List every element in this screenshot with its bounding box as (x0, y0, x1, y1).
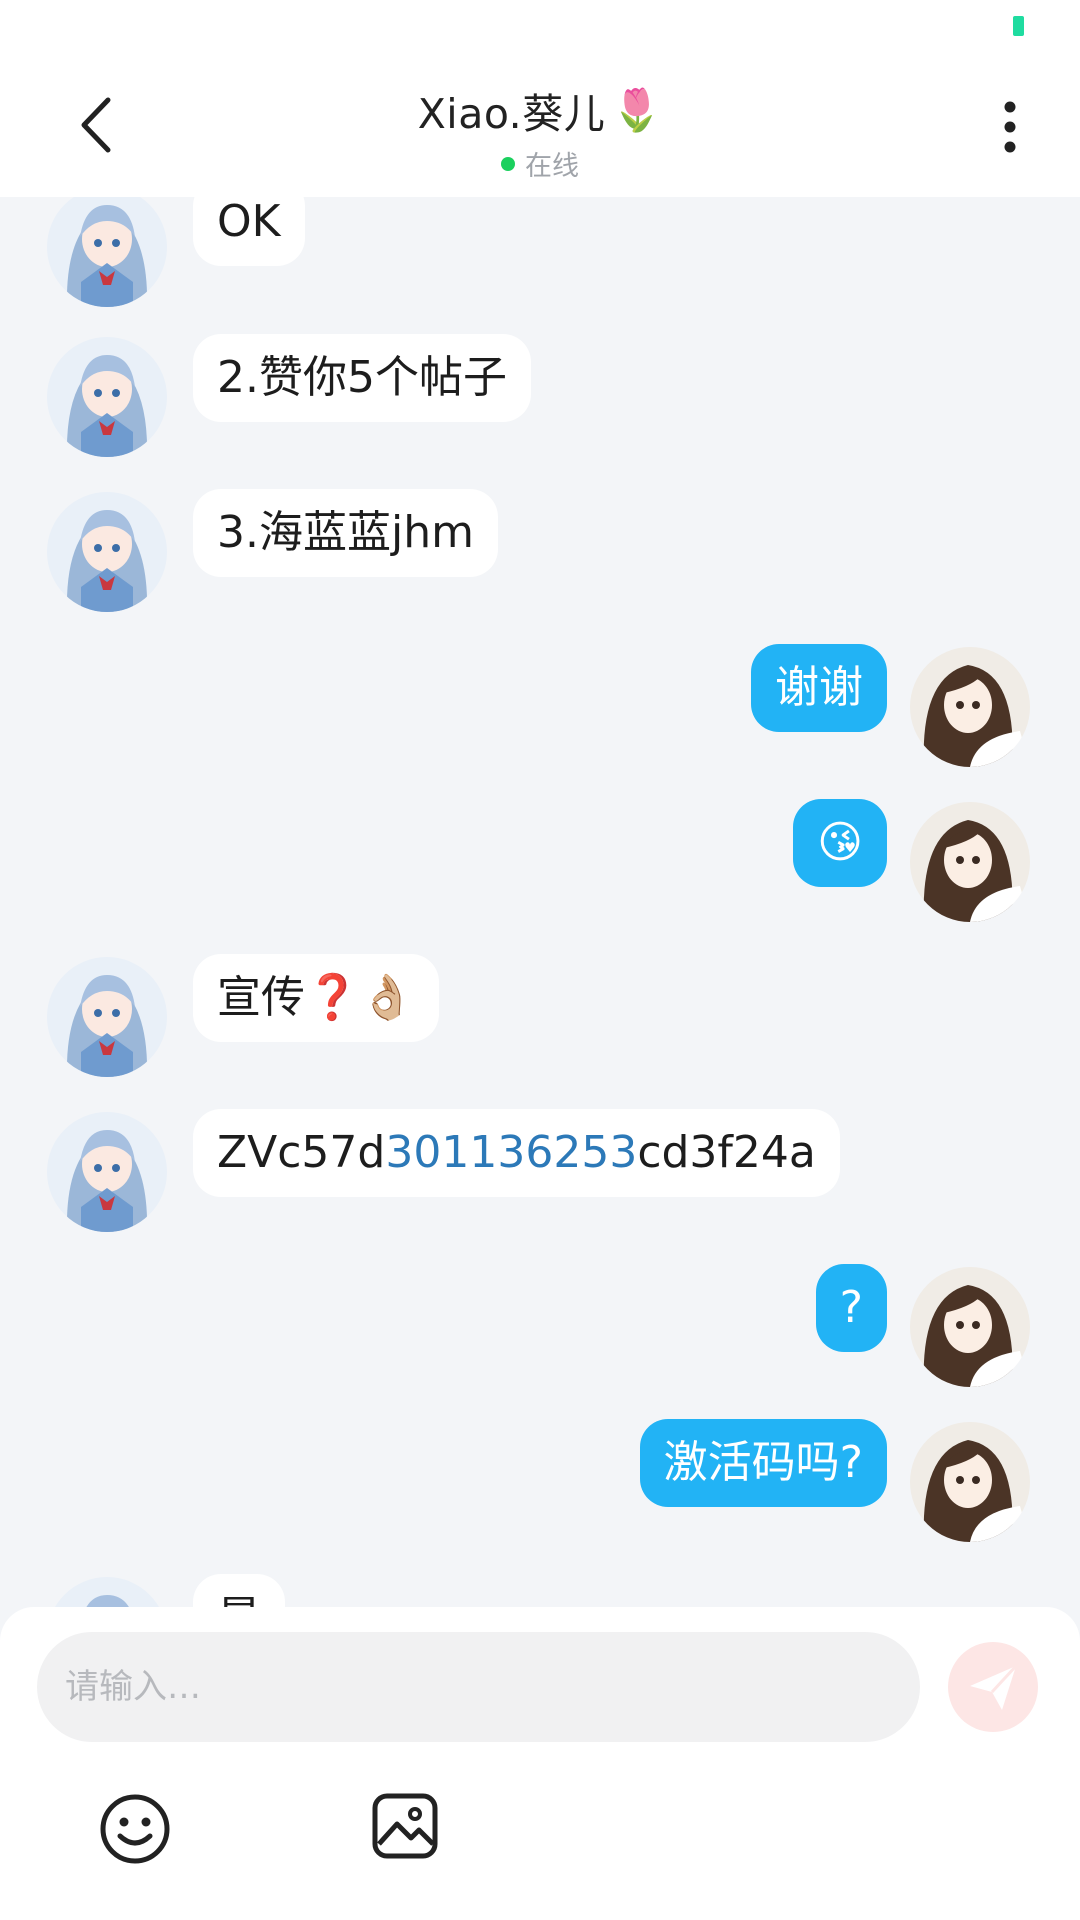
online-indicator-dot (501, 156, 515, 171)
message-bubble[interactable]: 😘 (793, 799, 887, 887)
message-bubble[interactable]: ? (815, 1264, 887, 1352)
send-button[interactable] (948, 1642, 1038, 1732)
message-incoming: OK (0, 197, 1080, 307)
message-bubble[interactable]: 2.赞你5个帖子 (193, 334, 531, 422)
online-status: 在线 (0, 144, 1080, 183)
message-incoming: 是 (0, 1574, 1080, 1607)
contact-avatar[interactable] (47, 197, 167, 307)
message-incoming: 2.赞你5个帖子 (0, 334, 1080, 457)
message-bubble[interactable]: 谢谢 (751, 644, 887, 732)
contact-name: Xiao.葵儿 (417, 90, 606, 138)
message-bubble[interactable]: 是 (193, 1574, 285, 1607)
contact-avatar[interactable] (47, 1112, 167, 1232)
image-button[interactable] (371, 1792, 439, 1860)
emoji-button[interactable] (98, 1792, 172, 1866)
message-list[interactable]: OK 2.赞你5个帖子 3.海蓝蓝jhm 谢谢 😘 宣传❓👌🏼 ZVc57d30… (0, 197, 1080, 1607)
online-status-text: 在线 (525, 151, 579, 182)
message-outgoing: ? (0, 1264, 1080, 1387)
message-incoming: 3.海蓝蓝jhm (0, 489, 1080, 612)
image-icon (372, 1793, 438, 1859)
message-incoming: 宣传❓👌🏼 (0, 954, 1080, 1077)
message-bubble[interactable]: ZVc57d301136253cd3f24a (193, 1109, 840, 1197)
contact-title[interactable]: Xiao.葵儿 🌷 (418, 80, 663, 140)
smiley-icon (100, 1794, 170, 1864)
my-avatar[interactable] (910, 647, 1030, 767)
message-composer (0, 1607, 1080, 1920)
message-bubble[interactable]: 激活码吗? (639, 1419, 887, 1507)
title-area: Xiao.葵儿 🌷 在线 (0, 80, 1080, 183)
message-outgoing: 谢谢 (0, 644, 1080, 767)
my-avatar[interactable] (910, 1422, 1030, 1542)
contact-avatar[interactable] (47, 1577, 167, 1607)
battery-icon (1013, 16, 1024, 36)
more-options-button[interactable] (980, 92, 1040, 162)
contact-avatar[interactable] (47, 337, 167, 457)
phone-number-link[interactable]: 301136253 (385, 1127, 637, 1178)
status-bar (0, 0, 1080, 60)
send-plane-icon (970, 1664, 1018, 1710)
code-text-part: cd3f24a (637, 1127, 816, 1178)
my-avatar[interactable] (910, 1267, 1030, 1387)
my-avatar[interactable] (910, 802, 1030, 922)
message-incoming: ZVc57d301136253cd3f24a (0, 1109, 1080, 1232)
message-bubble[interactable]: 宣传❓👌🏼 (193, 954, 439, 1042)
message-bubble[interactable]: OK (193, 197, 305, 266)
more-vertical-icon (1004, 101, 1016, 153)
message-outgoing: 激活码吗? (0, 1419, 1080, 1542)
code-text-part: ZVc57d (217, 1127, 386, 1178)
contact-avatar[interactable] (47, 492, 167, 612)
message-outgoing: 😘 (0, 799, 1080, 922)
tulip-emoji: 🌷 (611, 85, 663, 134)
message-bubble[interactable]: 3.海蓝蓝jhm (193, 489, 498, 577)
contact-avatar[interactable] (47, 957, 167, 1077)
message-input[interactable] (37, 1632, 920, 1742)
chat-header: Xiao.葵儿 🌷 在线 (0, 60, 1080, 197)
